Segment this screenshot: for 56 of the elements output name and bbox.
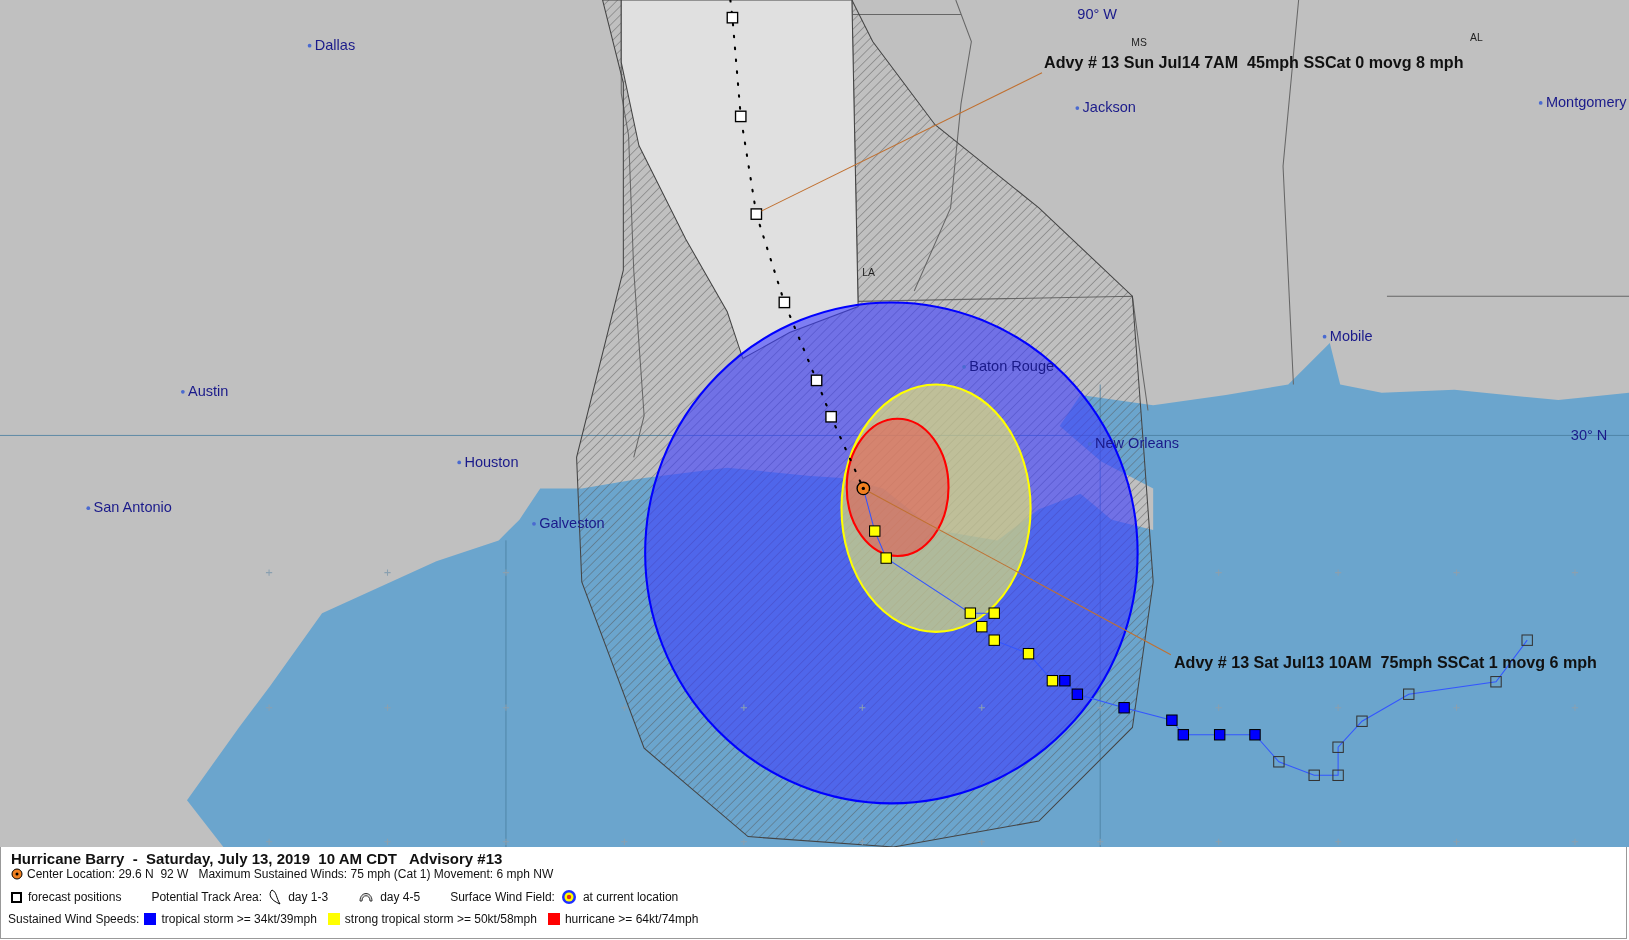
city-dot-icon: [1538, 101, 1543, 105]
forecast-position-marker: [726, 11, 739, 24]
cone-icon: [268, 888, 283, 906]
state-label: MS: [1131, 36, 1147, 48]
city-dot-icon: [1322, 334, 1327, 339]
past-position-marker: [1308, 769, 1320, 781]
city-dot-icon: [1075, 106, 1080, 110]
forecast-position-marker: [825, 410, 837, 423]
center-info: Center Location: 29.6 N 92 W Maximum Sustained Winds: 75 mph (Cat 1) Movement: 6 mph NW: [27, 867, 554, 881]
advisory-annotation: Advy # 13 Sun Jul14 7AM 45mph SSCat 0 movg 8 mph: [1044, 52, 1464, 71]
city-dot-icon: [181, 389, 185, 394]
forecast-position-marker: [810, 374, 823, 387]
city-label: Baton Rouge: [969, 358, 1055, 374]
square-icon: [11, 891, 22, 903]
legend-label: tropical storm >= 34kt/39mph: [161, 912, 317, 926]
coordinate-label: 90° W: [1077, 5, 1118, 22]
advisory-annotation: Advy # 13 Sat Jul13 10AM 75mph SSCat 1 movg 6 mph: [1173, 653, 1597, 672]
forecast-position-marker: [750, 208, 763, 220]
state-label: LA: [862, 267, 875, 279]
city-dot-icon: [962, 365, 966, 369]
city-label: Dallas: [314, 36, 356, 53]
forecast-position-marker: [778, 296, 791, 309]
state-label: AL: [1470, 31, 1483, 43]
legend-label: Sustained Wind Speeds:: [8, 912, 140, 926]
legend-label: strong tropical storm >= 50kt/58mph: [344, 912, 537, 926]
city-label: Austin: [188, 382, 229, 399]
past-position-marker: [1521, 634, 1533, 646]
city-label: San Antonio: [93, 499, 172, 516]
storm-center-icon: [856, 481, 871, 496]
coordinate-label: 30° N: [1570, 426, 1608, 443]
past-position-marker: [1490, 676, 1502, 688]
past-position-marker: [1403, 688, 1415, 700]
city-dot-icon: [457, 460, 462, 465]
legend-label: day 4-5: [380, 890, 421, 904]
city-dot-icon: [86, 506, 91, 511]
city-label: Houston: [464, 453, 519, 470]
legend-label: day 1-3: [288, 890, 329, 904]
legend-label: Potential Track Area:: [151, 890, 263, 904]
city-label: Jackson: [1082, 99, 1136, 116]
forecast-position-marker: [734, 110, 747, 123]
legend-label: Surface Wind Field:: [450, 890, 555, 904]
storm-center-icon: [11, 868, 23, 880]
wind-field-icon: [560, 889, 577, 905]
city-dot-icon: [1087, 441, 1092, 446]
city-dot-icon: [307, 43, 312, 48]
city-label: Montgomery: [1545, 94, 1627, 111]
city-dot-icon: [532, 521, 536, 526]
city-label: Mobile: [1329, 327, 1373, 344]
past-position-marker: [1332, 741, 1344, 753]
past-position-marker: [1273, 756, 1285, 768]
legend-label: hurricane >= 64kt/74mph: [564, 912, 699, 926]
legend-title: Hurricane Barry - Saturday, July 13, 2019 10 AM CDT Advisory #13: [11, 850, 504, 867]
past-position-marker: [1332, 769, 1344, 781]
legend-label: at current location: [582, 890, 679, 904]
past-position-marker: [1356, 715, 1368, 727]
legend-label: forecast positions: [28, 890, 122, 904]
